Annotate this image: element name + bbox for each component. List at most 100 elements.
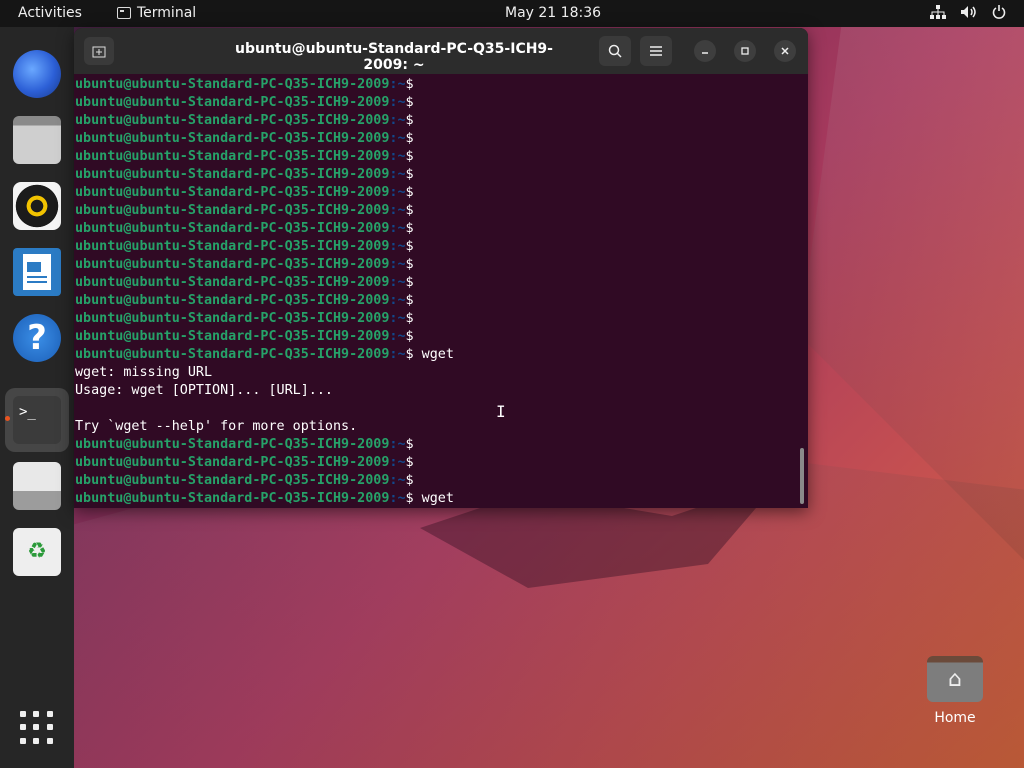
minimize-button[interactable] (694, 40, 716, 62)
prompt-path: :~ (389, 203, 406, 218)
text-editor-icon[interactable] (13, 462, 61, 510)
top-bar: Activities Terminal May 21 18:36 (0, 0, 1024, 27)
maximize-icon (741, 47, 749, 55)
window-title: ubuntu@ubuntu-Standard-PC-Q35-ICH9-2009:… (235, 41, 553, 73)
prompt-line: ubuntu@ubuntu-Standard-PC-Q35-ICH9-2009:… (75, 256, 808, 274)
power-icon[interactable] (992, 5, 1006, 23)
prompt-user: ubuntu@ubuntu-Standard-PC-Q35-ICH9-2009 (75, 437, 390, 452)
prompt-line: ubuntu@ubuntu-Standard-PC-Q35-ICH9-2009:… (75, 328, 808, 346)
prompt-user: ubuntu@ubuntu-Standard-PC-Q35-ICH9-2009 (75, 77, 390, 92)
terminal-window[interactable]: ubuntu@ubuntu-Standard-PC-Q35-ICH9-2009:… (74, 28, 808, 508)
prompt-line: ubuntu@ubuntu-Standard-PC-Q35-ICH9-2009:… (75, 220, 808, 238)
prompt-user: ubuntu@ubuntu-Standard-PC-Q35-ICH9-2009 (75, 239, 390, 254)
show-apps-button[interactable] (20, 711, 54, 745)
clock[interactable]: May 21 18:36 (505, 5, 601, 21)
prompt-path: :~ (389, 149, 406, 164)
command-text: $ (405, 275, 414, 290)
prompt-line: ubuntu@ubuntu-Standard-PC-Q35-ICH9-2009:… (75, 310, 808, 328)
title-bar[interactable]: ubuntu@ubuntu-Standard-PC-Q35-ICH9-2009:… (74, 28, 808, 74)
help-icon[interactable]: ? (13, 314, 61, 362)
command-text: $ (405, 77, 414, 92)
hamburger-icon (650, 46, 662, 56)
prompt-path: :~ (389, 455, 406, 470)
command-text: $ wget (405, 491, 454, 506)
command-text: $ (405, 455, 414, 470)
search-button[interactable] (599, 36, 631, 66)
menu-button[interactable] (640, 36, 672, 66)
network-icon[interactable] (930, 5, 946, 23)
prompt-line: ubuntu@ubuntu-Standard-PC-Q35-ICH9-2009:… (75, 274, 808, 292)
prompt-user: ubuntu@ubuntu-Standard-PC-Q35-ICH9-2009 (75, 455, 390, 470)
text-cursor-icon: I (496, 402, 506, 421)
search-icon (608, 44, 622, 58)
prompt-user: ubuntu@ubuntu-Standard-PC-Q35-ICH9-2009 (75, 293, 390, 308)
prompt-path: :~ (389, 473, 406, 488)
command-text: $ (405, 329, 414, 344)
libreoffice-writer-icon[interactable] (13, 248, 61, 296)
prompt-user: ubuntu@ubuntu-Standard-PC-Q35-ICH9-2009 (75, 203, 390, 218)
terminal-icon[interactable]: >_ (13, 396, 61, 444)
command-text: $ (405, 95, 414, 110)
prompt-line: ubuntu@ubuntu-Standard-PC-Q35-ICH9-2009:… (75, 94, 808, 112)
prompt-user: ubuntu@ubuntu-Standard-PC-Q35-ICH9-2009 (75, 221, 390, 236)
prompt-path: :~ (389, 95, 406, 110)
prompt-line: ubuntu@ubuntu-Standard-PC-Q35-ICH9-2009:… (75, 166, 808, 184)
command-text: $ (405, 239, 414, 254)
thunderbird-icon[interactable] (13, 50, 61, 98)
command-text: $ wget (405, 347, 454, 362)
prompt-path: :~ (389, 221, 406, 236)
files-icon[interactable] (13, 116, 61, 164)
app-menu-label: Terminal (137, 5, 197, 21)
dock: ? >_ ♻ (0, 27, 74, 768)
prompt-path: :~ (389, 347, 406, 362)
prompt-line: ubuntu@ubuntu-Standard-PC-Q35-ICH9-2009:… (75, 148, 808, 166)
maximize-button[interactable] (734, 40, 756, 62)
command-text: $ (405, 167, 414, 182)
prompt-line: ubuntu@ubuntu-Standard-PC-Q35-ICH9-2009:… (75, 76, 808, 94)
prompt-line: ubuntu@ubuntu-Standard-PC-Q35-ICH9-2009:… (75, 184, 808, 202)
activities-button[interactable]: Activities (18, 5, 82, 21)
new-tab-button[interactable] (84, 37, 114, 65)
output-line: Try `wget --help' for more options. (75, 419, 358, 434)
prompt-path: :~ (389, 437, 406, 452)
prompt-line: ubuntu@ubuntu-Standard-PC-Q35-ICH9-2009:… (75, 202, 808, 220)
terminal-icon (117, 7, 131, 19)
command-text: $ (405, 311, 414, 326)
system-tray[interactable] (930, 5, 1006, 23)
command-text: $ (405, 293, 414, 308)
command-text: $ (405, 473, 414, 488)
home-folder[interactable]: ⌂ Home (922, 656, 988, 726)
prompt-path: :~ (389, 491, 406, 506)
close-button[interactable] (774, 40, 796, 62)
prompt-path: :~ (389, 185, 406, 200)
prompt-user: ubuntu@ubuntu-Standard-PC-Q35-ICH9-2009 (75, 167, 390, 182)
prompt-user: ubuntu@ubuntu-Standard-PC-Q35-ICH9-2009 (75, 329, 390, 344)
command-text: $ (405, 149, 414, 164)
trash-icon[interactable]: ♻ (13, 528, 61, 576)
volume-icon[interactable] (960, 5, 978, 23)
prompt-path: :~ (389, 77, 406, 92)
prompt-line: ubuntu@ubuntu-Standard-PC-Q35-ICH9-2009:… (75, 436, 808, 454)
prompt-user: ubuntu@ubuntu-Standard-PC-Q35-ICH9-2009 (75, 185, 390, 200)
command-text: $ (405, 113, 414, 128)
prompt-path: :~ (389, 239, 406, 254)
command-text: $ (405, 131, 414, 146)
command-text: $ (405, 437, 414, 452)
close-icon (781, 47, 789, 55)
home-icon: ⌂ (927, 656, 983, 702)
output-line: Usage: wget [OPTION]... [URL]... (75, 383, 333, 398)
command-text: $ (405, 185, 414, 200)
terminal-output[interactable]: ubuntu@ubuntu-Standard-PC-Q35-ICH9-2009:… (74, 74, 808, 508)
prompt-path: :~ (389, 275, 406, 290)
home-label: Home (934, 710, 976, 726)
prompt-path: :~ (389, 293, 406, 308)
command-text: $ (405, 221, 414, 236)
prompt-path: :~ (389, 329, 406, 344)
rhythmbox-icon[interactable] (13, 182, 61, 230)
scrollbar[interactable] (800, 448, 804, 504)
app-menu[interactable]: Terminal (117, 5, 196, 21)
command-text: $ (405, 203, 414, 218)
prompt-line: ubuntu@ubuntu-Standard-PC-Q35-ICH9-2009:… (75, 130, 808, 148)
prompt-user: ubuntu@ubuntu-Standard-PC-Q35-ICH9-2009 (75, 347, 390, 362)
